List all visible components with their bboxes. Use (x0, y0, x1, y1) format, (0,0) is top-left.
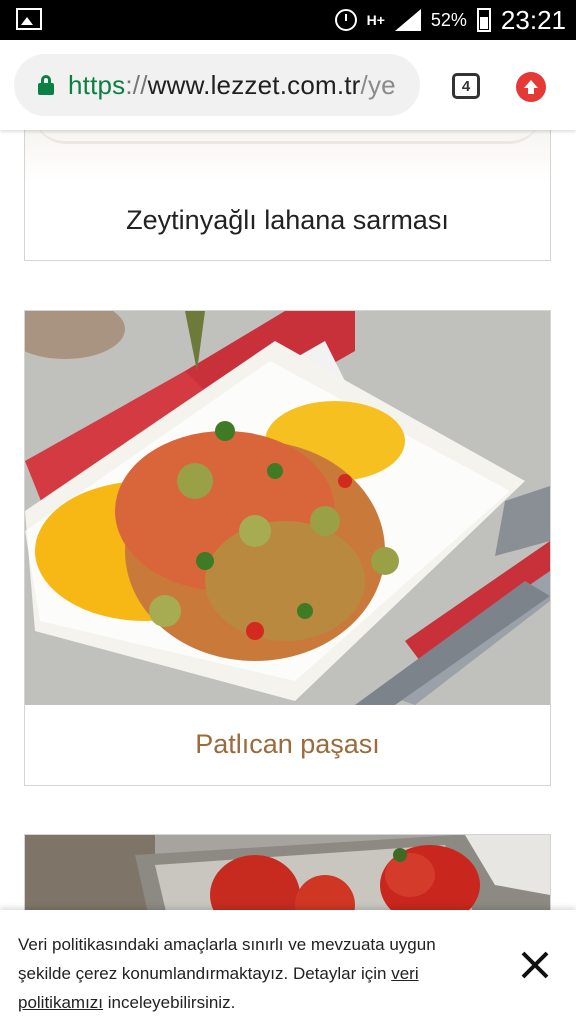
recipe-image[interactable] (25, 130, 550, 181)
cookie-banner: Veri politikasındaki amaçlarla sınırlı v… (0, 910, 576, 1024)
page-content: Zeytinyağlı lahana sarması Patlıcan paşa… (0, 130, 576, 1024)
recipe-card[interactable]: Patlıcan paşası (24, 310, 551, 786)
battery-percent: 52% (430, 9, 467, 30)
recipe-image[interactable] (25, 311, 550, 705)
alarm-icon (334, 9, 357, 31)
network-type: H+ (366, 11, 385, 28)
url-bar[interactable]: https://www.lezzet.com.tr/ye (14, 54, 420, 116)
tab-count: 4 (461, 77, 471, 95)
tab-switcher-icon[interactable]: 4 (452, 73, 480, 99)
close-icon[interactable] (516, 946, 554, 984)
gallery-icon (16, 8, 42, 30)
recipe-title[interactable]: Zeytinyağlı lahana sarması (25, 205, 550, 236)
update-icon[interactable] (516, 72, 546, 102)
lock-icon[interactable] (38, 75, 54, 95)
cookie-message: Veri politikasındaki amaçlarla sınırlı v… (18, 935, 436, 1012)
browser-toolbar: https://www.lezzet.com.tr/ye 4 (0, 40, 576, 130)
url-text[interactable]: https://www.lezzet.com.tr/ye (68, 70, 396, 101)
battery-icon (476, 8, 491, 32)
recipe-title[interactable]: Patlıcan paşası (25, 729, 550, 760)
status-bar: H+ 52% 23:21 (0, 0, 576, 40)
signal-icon (394, 9, 421, 31)
clock: 23:21 (500, 4, 566, 35)
recipe-card[interactable]: Zeytinyağlı lahana sarması (24, 130, 551, 261)
